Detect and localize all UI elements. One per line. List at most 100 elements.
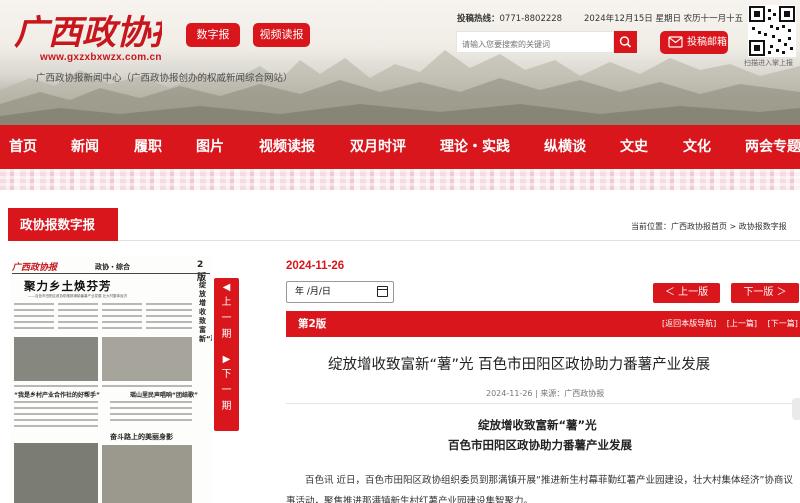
issue-date: 2024-11-26 xyxy=(286,260,345,272)
next-issue-button[interactable]: ▶ 下一期 xyxy=(214,350,239,431)
paper-page-number: 2版 xyxy=(197,260,207,283)
side-scroll-tab[interactable] xyxy=(792,398,800,420)
qr-code xyxy=(748,5,796,57)
paper-text-line xyxy=(14,425,98,427)
previous-article-link[interactable]: [上一篇] xyxy=(727,319,757,328)
article-divider xyxy=(286,403,800,404)
paper-photo xyxy=(102,337,192,381)
paper-story-title[interactable]: “我是乡村产业合作社的好帮手” xyxy=(14,390,100,399)
search-box xyxy=(456,31,614,55)
nav-item-commentary[interactable]: 纵横谈 xyxy=(544,125,586,169)
next-article-link[interactable]: [下一篇] xyxy=(768,319,798,328)
paper-text-line xyxy=(58,315,98,317)
next-edition-button[interactable]: 下一版 ＞ xyxy=(731,283,799,303)
paper-text-line xyxy=(102,309,142,311)
paper-text-line xyxy=(14,327,54,329)
article-subheading-1: 绽放增收致富新“薯”光 xyxy=(478,418,597,432)
paper-section-name: 政协・综合 xyxy=(95,263,130,271)
paper-text-line xyxy=(14,303,54,305)
search-button[interactable] xyxy=(614,31,637,53)
qr-caption: 扫描进入掌上报 xyxy=(744,59,793,67)
nav-item-video-reading[interactable]: 视频读报 xyxy=(259,125,315,169)
paper-text-line xyxy=(110,413,192,415)
mail-label: 投稿邮箱 xyxy=(687,37,727,48)
hotline-label: 投稿热线： xyxy=(457,14,500,24)
paper-text-line xyxy=(102,385,192,387)
paper-text-line xyxy=(14,385,98,387)
paper-rule xyxy=(12,273,210,274)
paper-text-line xyxy=(110,419,192,421)
paper-text-line xyxy=(110,407,192,409)
paper-masthead: 广西政协报 xyxy=(12,263,58,273)
nav-item-history[interactable]: 文史 xyxy=(620,125,648,169)
next-issue-label: 下一期 xyxy=(221,369,232,412)
nav-item-bimonthly-review[interactable]: 双月时评 xyxy=(350,125,406,169)
site-logo[interactable]: 广西政协报 xyxy=(12,2,162,54)
paper-subhead: ——百色市田阳区政协助推那满镇番薯产业发展 壮大村集体经济 xyxy=(28,294,128,298)
article-subheading-2: 百色市田阳区政协助力番薯产业发展 xyxy=(448,438,632,452)
newspaper-page-preview[interactable]: 广西政协报 政协・综合 2版 聚力乡土焕芬芳 ——百色市田阳区政协助推那满镇番薯… xyxy=(10,257,212,503)
site-url: www.gxzxbxwzx.com.cn xyxy=(40,52,162,63)
paper-text-line xyxy=(110,401,192,403)
arrow-left-icon: ◀ xyxy=(222,282,231,293)
svg-text:广西政协报: 广西政协报 xyxy=(14,13,162,53)
article-title: 绽放增收致富新“薯”光 百色市田阳区政协助力番薯产业发展 xyxy=(328,357,711,373)
paper-text-line xyxy=(14,419,98,421)
calendar-icon[interactable] xyxy=(377,286,388,297)
date-picker-value: 年 /月/日 xyxy=(295,287,331,297)
submission-mailbox-button[interactable]: 投稿邮箱 xyxy=(660,31,728,54)
paper-text-line xyxy=(14,309,54,311)
paper-photo xyxy=(102,445,192,503)
paper-text-line xyxy=(146,321,192,323)
paper-photo xyxy=(14,337,98,381)
previous-issue-button[interactable]: ◀ 上一期 xyxy=(214,278,239,359)
page-links: [返回本版导航] [上一篇] [下一篇] xyxy=(662,311,800,337)
hotline: 投稿热线：0771-8802228 xyxy=(457,12,562,24)
paper-photo xyxy=(14,443,98,503)
arrow-right-icon: ▶ xyxy=(222,354,231,365)
digital-newspaper-button[interactable]: 数字报 xyxy=(186,23,240,47)
nav-item-duties[interactable]: 履职 xyxy=(134,125,162,169)
paper-text-line xyxy=(102,327,142,329)
article-meta: 2024-11-26 | 来源：广西政协报 xyxy=(486,389,605,398)
nav-item-two-sessions[interactable]: 两会专题 xyxy=(745,125,800,169)
paper-story-title[interactable]: 瑶山里民声唱响“团结歌” xyxy=(130,390,198,399)
paper-text-line xyxy=(58,309,98,311)
mail-icon xyxy=(668,36,683,48)
breadcrumb[interactable]: 当前位置：广西政协报首页 > 政协报数字报 xyxy=(631,221,787,232)
nav-item-news[interactable]: 新闻 xyxy=(71,125,99,169)
nav-item-photos[interactable]: 图片 xyxy=(196,125,224,169)
paper-text-line xyxy=(14,315,54,317)
hotline-number: 0771-8802228 xyxy=(499,14,563,24)
paper-text-line xyxy=(102,321,142,323)
date-picker[interactable]: 年 /月/日 xyxy=(286,281,394,303)
nav-item-culture[interactable]: 文化 xyxy=(683,125,711,169)
paper-text-line xyxy=(14,407,98,409)
paper-text-line xyxy=(58,303,98,305)
paper-text-line xyxy=(14,321,54,323)
paper-text-line xyxy=(14,401,98,403)
current-date: 2024年12月15日 星期日 农历十一月十五 xyxy=(584,14,744,24)
page-bar: 第2版 [返回本版导航] [上一篇] [下一篇] xyxy=(286,311,800,337)
paper-story-title[interactable]: 奋斗路上的美丽身影 xyxy=(110,432,173,442)
paper-text-line xyxy=(146,315,192,317)
article-body: 百色讯 近日，百色市田阳区政协组织委员到那满镇开展“推进新生村幕菲勤红薯产业园建… xyxy=(286,475,793,503)
section-title: 政协报数字报 xyxy=(8,208,118,241)
paper-text-line xyxy=(146,309,192,311)
paper-vertical-title: 绽放增收致富新“薯”光 xyxy=(199,281,212,343)
section-divider xyxy=(118,240,800,241)
previous-issue-label: 上一期 xyxy=(221,297,232,340)
search-input[interactable] xyxy=(457,34,613,55)
main-nav: 首页 新闻 履职 图片 视频读报 双月时评 理论・实践 纵横谈 文史 文化 两会… xyxy=(0,125,800,169)
nav-item-theory-practice[interactable]: 理论・实践 xyxy=(440,125,510,169)
back-to-page-nav-link[interactable]: [返回本版导航] xyxy=(662,319,716,328)
paper-text-line xyxy=(58,321,98,323)
decorative-pattern-band xyxy=(0,169,800,190)
video-reading-button[interactable]: 视频读报 xyxy=(253,23,310,47)
nav-item-home[interactable]: 首页 xyxy=(9,125,37,169)
previous-edition-button[interactable]: ＜ 上一版 xyxy=(653,283,720,303)
paper-headline[interactable]: 聚力乡土焕芬芳 xyxy=(24,278,112,294)
site-description: 广西政协报新闻中心（广西政协报创办的权威新闻综合网站） xyxy=(36,73,293,84)
paper-text-line xyxy=(102,303,142,305)
paper-text-line xyxy=(146,303,192,305)
